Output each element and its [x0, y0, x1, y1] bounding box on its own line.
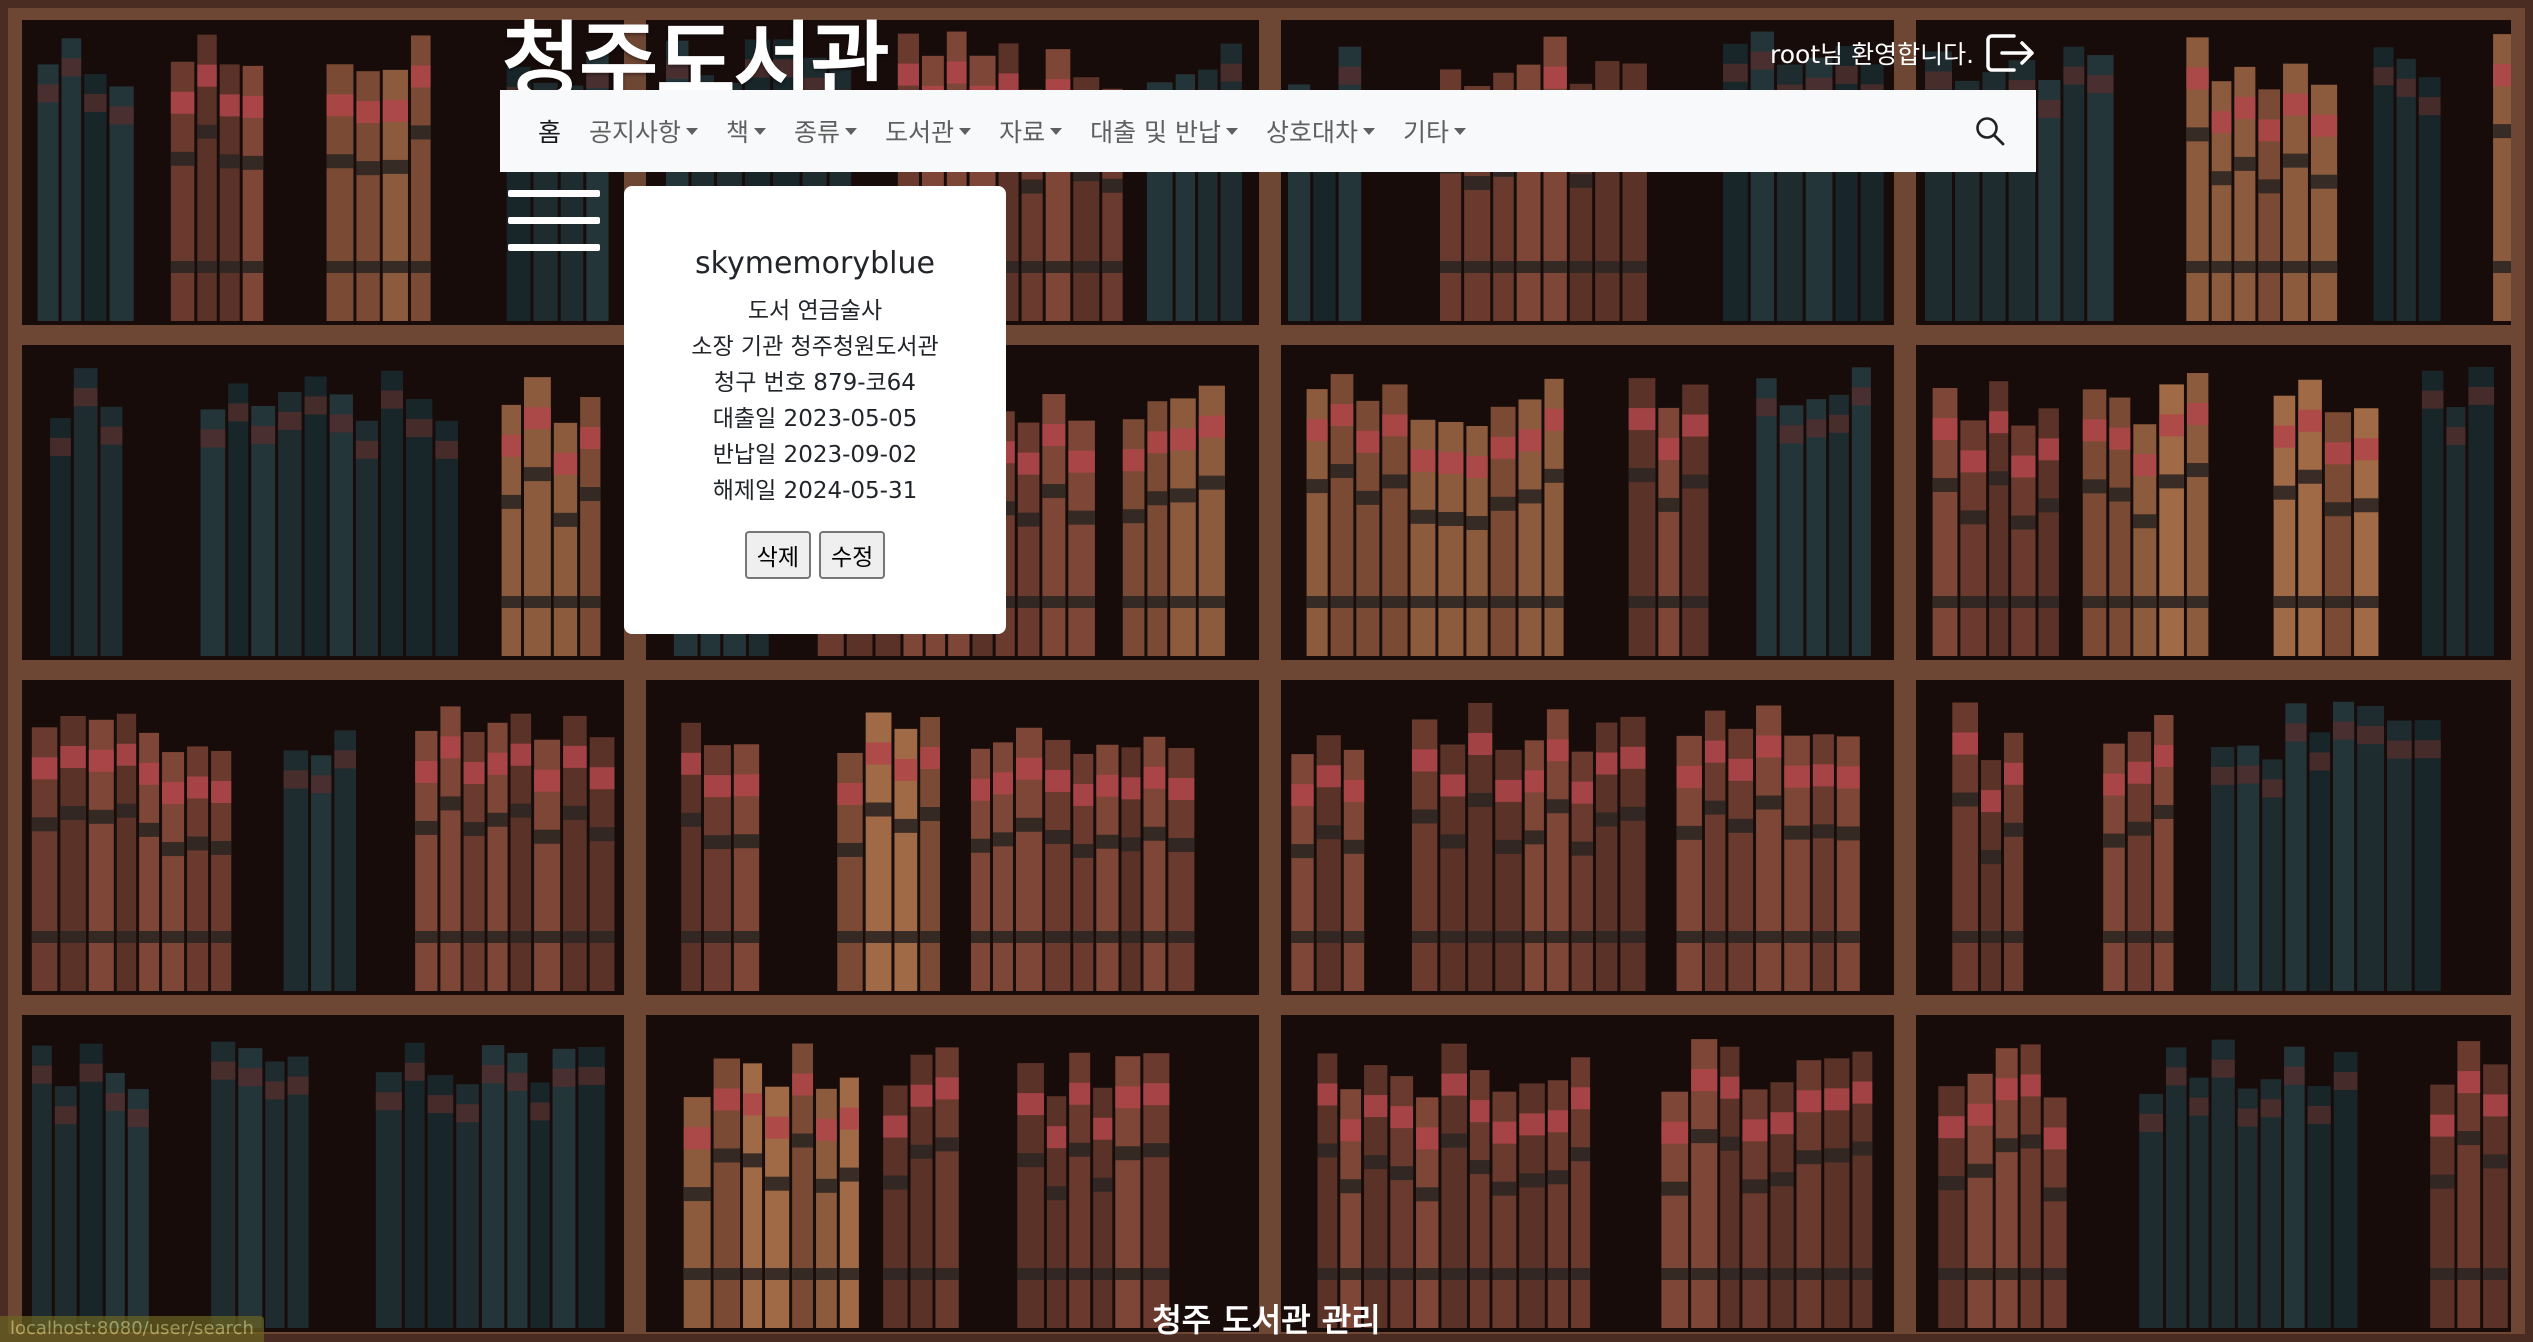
caret-down-icon: [1454, 127, 1467, 135]
delete-button[interactable]: 삭제: [744, 531, 811, 579]
hamburger-menu-icon[interactable]: [508, 190, 600, 256]
nav-item-label: 공지사항: [589, 118, 682, 147]
nav-item-categories[interactable]: 종류: [786, 113, 865, 149]
loan-card: skymemoryblue 도서 연금술사 소장 기관 청주청원도서관 청구 번…: [624, 186, 1006, 634]
hamburger-bar: [508, 217, 600, 224]
nav-item-etc[interactable]: 기타: [1395, 113, 1474, 149]
caret-down-icon: [754, 127, 767, 135]
nav-item-materials[interactable]: 자료: [991, 113, 1070, 149]
footer-title: 청주 도서관 관리: [1152, 1301, 1381, 1339]
caret-down-icon: [1050, 127, 1063, 135]
card-release-date: 해제일 2024-05-31: [712, 478, 918, 504]
nav-item-label: 상호대차: [1266, 118, 1359, 147]
nav-item-label: 홈: [538, 118, 562, 147]
hamburger-bar: [508, 190, 600, 197]
nav-item-label: 대출 및 반납: [1090, 118, 1221, 147]
caret-down-icon: [1363, 127, 1376, 135]
nav-item-label: 도서관: [885, 118, 955, 147]
nav-item-notices[interactable]: 공지사항: [581, 113, 706, 149]
card-book: 도서 연금술사: [747, 298, 883, 324]
nav-item-interlibrary-loan[interactable]: 상호대차: [1258, 113, 1383, 149]
nav-item-label: 자료: [999, 118, 1046, 147]
caret-down-icon: [845, 127, 858, 135]
card-actions: 삭제 수정: [624, 531, 1006, 579]
logout-icon[interactable]: [1984, 32, 2036, 74]
search-icon[interactable]: [1974, 115, 2006, 147]
status-bar-url: localhost:8080/user/search: [0, 1316, 264, 1342]
edit-button[interactable]: 수정: [819, 531, 886, 579]
nav-item-label: 책: [726, 118, 750, 147]
welcome-text: root님 환영합니다.: [1770, 40, 1975, 69]
nav-item-home[interactable]: 홈: [530, 113, 569, 149]
nav-item-label: 기타: [1403, 118, 1450, 147]
user-welcome: root님 환영합니다.: [1770, 32, 2036, 74]
card-call-number: 청구 번호 879-코64: [714, 370, 916, 396]
hamburger-bar: [508, 244, 600, 251]
nav-item-libraries[interactable]: 도서관: [877, 113, 979, 149]
card-username: skymemoryblue: [695, 246, 935, 281]
bookshelf-illustration: [0, 0, 2533, 1342]
caret-down-icon: [1226, 127, 1238, 135]
card-loan-date: 대출일 2023-05-05: [712, 406, 918, 432]
card-return-date: 반납일 2023-09-02: [712, 442, 918, 468]
caret-down-icon: [686, 127, 699, 135]
main-navbar: 홈 공지사항 책 종류 도서관 자료 대출 및 반납 상호대차 기타: [500, 90, 2036, 172]
nav-item-loan-return[interactable]: 대출 및 반납: [1082, 113, 1246, 149]
bookshelf-background: [0, 0, 2533, 1342]
caret-down-icon: [959, 127, 972, 135]
nav-item-books[interactable]: 책: [718, 113, 774, 149]
nav-item-label: 종류: [794, 118, 841, 147]
card-holding-library: 소장 기관 청주청원도서관: [691, 334, 939, 360]
